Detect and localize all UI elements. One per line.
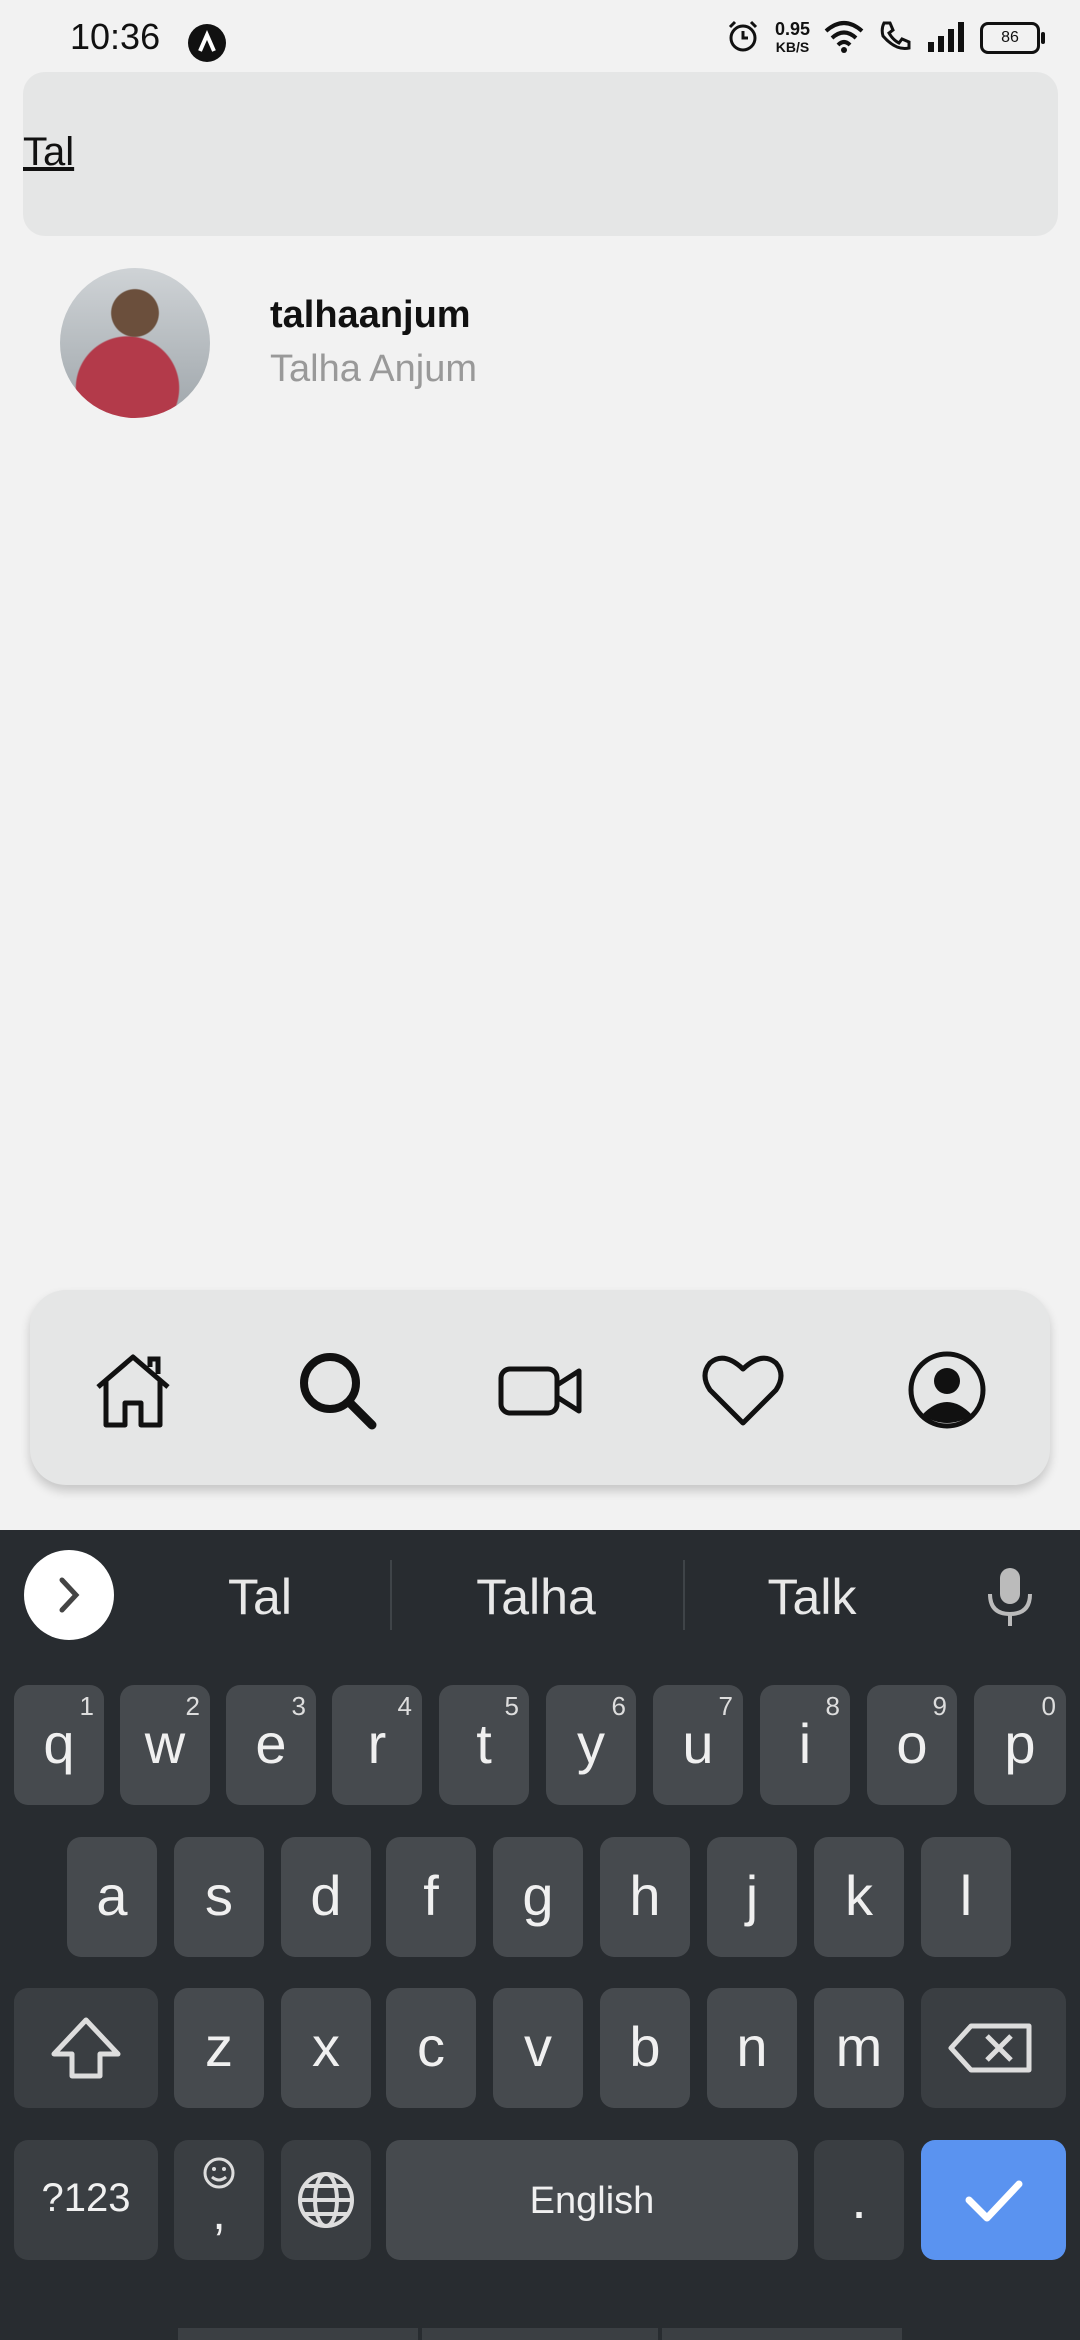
result-username: talhaanjum <box>270 294 471 336</box>
avatar[interactable] <box>60 268 210 418</box>
home-icon[interactable] <box>88 1345 178 1435</box>
gesture-bar <box>178 2328 418 2340</box>
key-j[interactable]: j <box>707 1837 797 1957</box>
key-q[interactable]: q1 <box>14 1685 104 1805</box>
profile-icon[interactable] <box>902 1345 992 1435</box>
backspace-key[interactable] <box>921 1988 1066 2108</box>
chevron-right-icon <box>59 1577 80 1613</box>
key-s[interactable]: s <box>174 1837 264 1957</box>
suggestion-bar: Tal Talha Talk <box>0 1530 1080 1660</box>
key-d[interactable]: d <box>281 1837 371 1957</box>
key-t[interactable]: t5 <box>439 1685 529 1805</box>
network-speed: 0.95 KB/S <box>775 20 810 56</box>
key-p[interactable]: p0 <box>974 1685 1066 1805</box>
key-v[interactable]: v <box>493 1988 583 2108</box>
key-e[interactable]: e3 <box>226 1685 316 1805</box>
backspace-icon <box>948 2023 1032 2073</box>
language-key[interactable] <box>281 2140 371 2260</box>
symbols-key[interactable]: ?123 <box>14 2140 158 2260</box>
on-screen-keyboard: Tal Talha Talk q1 w2 e3 r4 t5 y6 u7 i8 o… <box>0 1530 1080 2340</box>
key-m[interactable]: m <box>814 1988 904 2108</box>
suggestion-divider <box>390 1560 392 1630</box>
key-w[interactable]: w2 <box>120 1685 210 1805</box>
key-x[interactable]: x <box>281 1988 371 2108</box>
period-key[interactable]: . <box>814 2140 904 2260</box>
bottom-navigation <box>30 1290 1050 1485</box>
signal-icon <box>926 20 966 57</box>
heart-icon[interactable] <box>698 1345 788 1435</box>
globe-icon <box>298 2172 354 2228</box>
result-full-name: Talha Anjum <box>270 348 478 390</box>
key-k[interactable]: k <box>814 1837 904 1957</box>
search-result-item[interactable]: talhaanjum Talha Anjum <box>60 268 1020 418</box>
key-y[interactable]: y6 <box>546 1685 636 1805</box>
check-icon <box>965 2180 1023 2222</box>
suggestion-3[interactable]: Talk <box>672 1568 952 1626</box>
search-input[interactable] <box>23 130 538 175</box>
gesture-bar <box>422 2328 658 2340</box>
key-c[interactable]: c <box>386 1988 476 2108</box>
wifi-icon <box>824 19 864 58</box>
suggestion-2[interactable]: Talha <box>396 1568 676 1626</box>
shift-icon <box>51 2017 121 2079</box>
key-f[interactable]: f <box>386 1837 476 1957</box>
search-icon[interactable] <box>292 1345 382 1435</box>
app-notification-icon <box>188 24 226 62</box>
shift-key[interactable] <box>14 1988 158 2108</box>
key-r[interactable]: r4 <box>332 1685 422 1805</box>
status-time: 10:36 <box>70 16 161 57</box>
key-b[interactable]: b <box>600 1988 690 2108</box>
key-n[interactable]: n <box>707 1988 797 2108</box>
call-icon <box>878 19 912 58</box>
suggestion-1[interactable]: Tal <box>120 1568 400 1626</box>
comma-emoji-key[interactable]: , <box>174 2140 264 2260</box>
network-speed-value: 0.95 <box>774 19 810 39</box>
microphone-icon[interactable] <box>980 1564 1040 1628</box>
key-u[interactable]: u7 <box>653 1685 743 1805</box>
alarm-icon <box>725 18 761 59</box>
key-h[interactable]: h <box>600 1837 690 1957</box>
status-bar: 10:36 0.95 KB/S 86 <box>0 0 1080 70</box>
battery-icon: 86 <box>980 22 1045 54</box>
key-z[interactable]: z <box>174 1988 264 2108</box>
key-o[interactable]: o9 <box>867 1685 957 1805</box>
gesture-bar <box>662 2328 902 2340</box>
space-key[interactable]: English <box>386 2140 798 2260</box>
enter-key[interactable] <box>921 2140 1066 2260</box>
search-bar[interactable] <box>23 72 1058 236</box>
network-speed-unit: KB/S <box>775 39 810 55</box>
key-g[interactable]: g <box>493 1837 583 1957</box>
key-i[interactable]: i8 <box>760 1685 850 1805</box>
video-icon[interactable] <box>495 1345 585 1435</box>
key-l[interactable]: l <box>921 1837 1011 1957</box>
expand-toolbar-button[interactable] <box>24 1550 114 1640</box>
key-a[interactable]: a <box>67 1837 157 1957</box>
